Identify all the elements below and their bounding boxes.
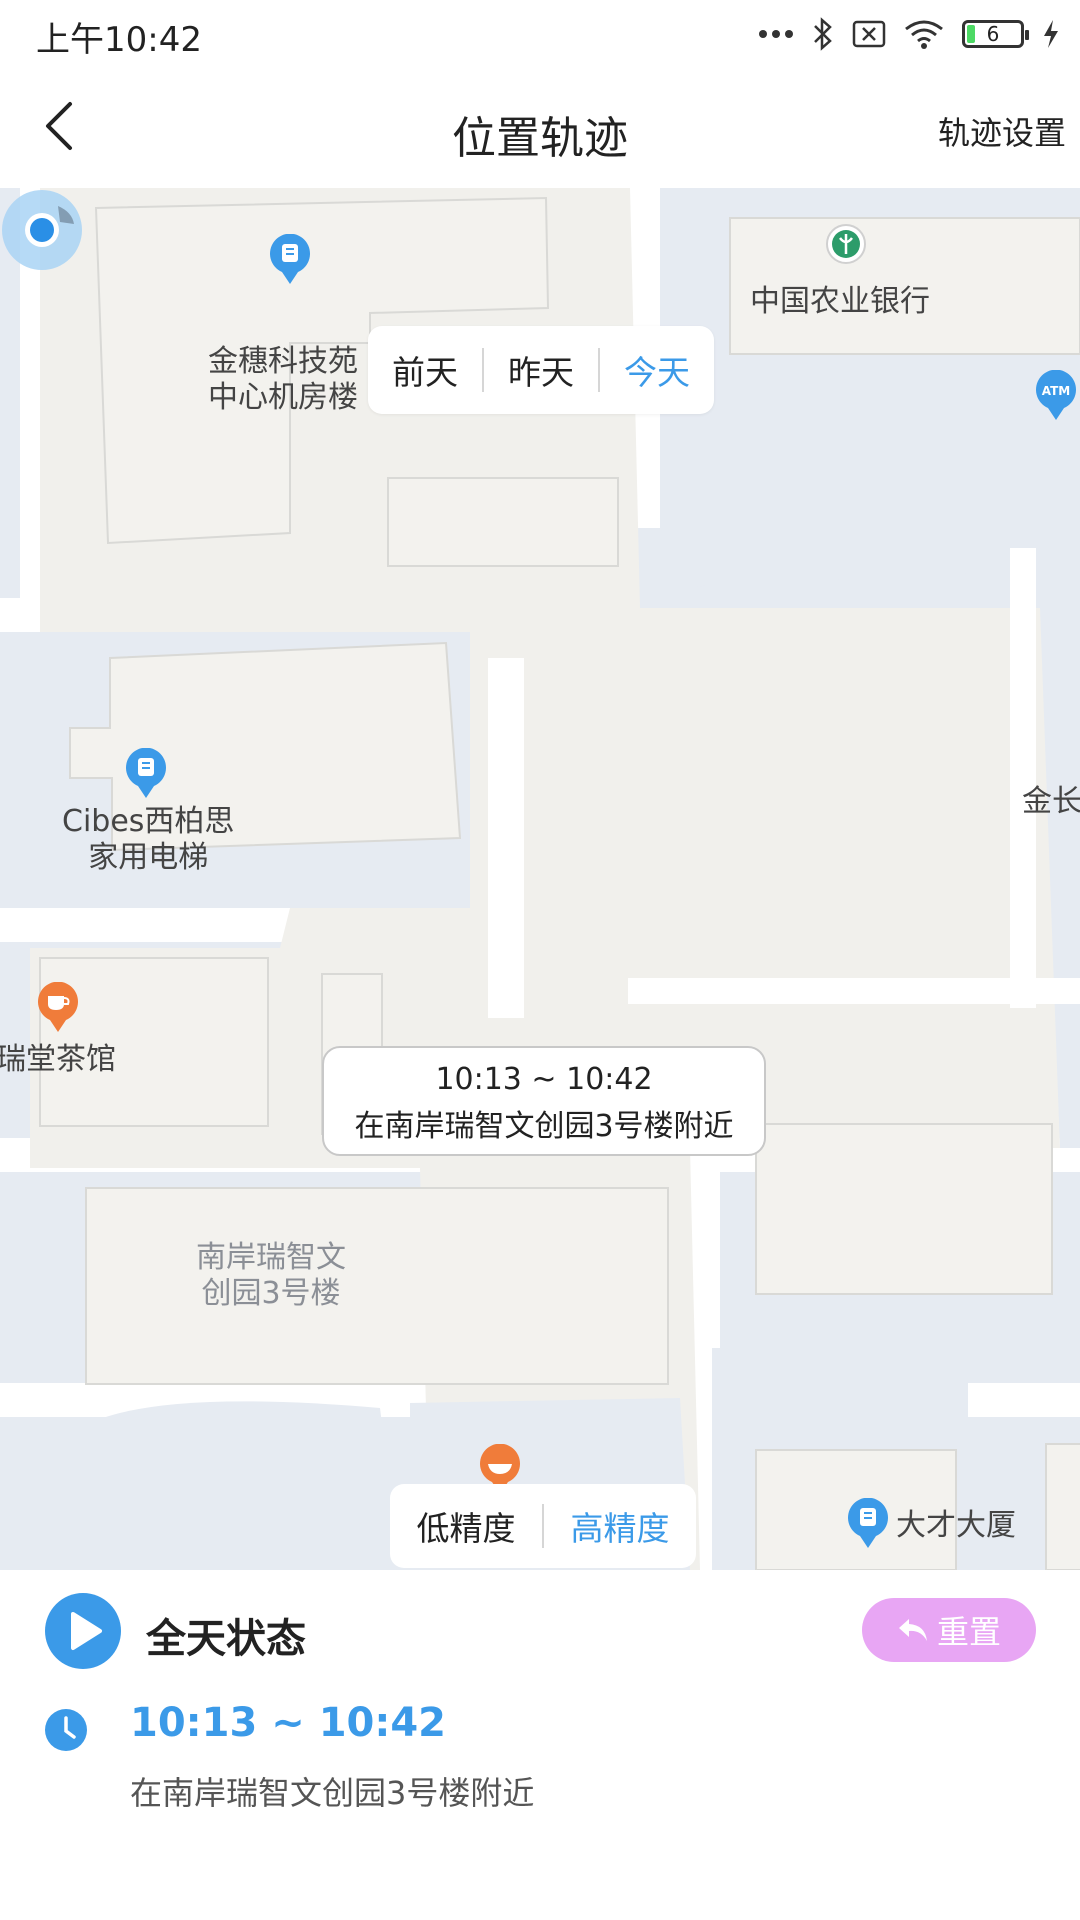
battery-icon: 6 bbox=[962, 20, 1029, 48]
more-dots-icon bbox=[759, 30, 793, 38]
jinsui-poi-icon[interactable] bbox=[268, 234, 312, 284]
day-selector: 前天 昨天 今天 bbox=[368, 326, 714, 414]
nanan-building-label-line2: 创园3号楼 bbox=[201, 1276, 341, 1311]
precision-selector: 低精度 高精度 bbox=[390, 1484, 696, 1568]
clock-icon bbox=[45, 1709, 87, 1751]
jinsui-poi-label-line1: 金穗科技苑 bbox=[208, 344, 358, 379]
teahouse-poi-icon[interactable] bbox=[36, 982, 80, 1032]
entry-time-range[interactable]: 10:13 ~ 10:42 bbox=[130, 1700, 446, 1746]
precision-option-high[interactable]: 高精度 bbox=[544, 1502, 696, 1550]
callout-location: 在南岸瑞智文创园3号楼附近 bbox=[354, 1109, 734, 1144]
atm-poi-label: ATM bbox=[1042, 384, 1070, 398]
page-title: 位置轨迹 bbox=[452, 113, 628, 164]
cibes-poi-label-line1: Cibes西柏思 bbox=[62, 804, 235, 839]
atm-poi-icon[interactable]: ATM bbox=[1034, 370, 1078, 420]
precision-option-low[interactable]: 低精度 bbox=[390, 1502, 542, 1550]
cibes-poi-label-line2: 家用电梯 bbox=[88, 840, 209, 875]
charging-icon bbox=[1044, 20, 1058, 48]
panel-title: 全天状态 bbox=[146, 1616, 306, 1662]
nanan-building-label[interactable]: 南岸瑞智文 创园3号楼 bbox=[196, 1240, 346, 1312]
wifi-icon bbox=[905, 20, 943, 49]
sim-off-icon bbox=[852, 20, 886, 48]
status-bar: 上午10:42 6 bbox=[0, 0, 1080, 66]
nanan-building-label-line1: 南岸瑞智文 bbox=[196, 1240, 346, 1275]
bank-poi-icon[interactable] bbox=[824, 224, 868, 274]
track-settings-button[interactable]: 轨迹设置 bbox=[938, 108, 1066, 154]
bank-poi-label[interactable]: 中国农业银行 bbox=[750, 284, 930, 320]
day-option-today[interactable]: 今天 bbox=[600, 346, 714, 394]
entry-location: 在南岸瑞智文创园3号楼附近 bbox=[130, 1774, 535, 1812]
play-icon[interactable] bbox=[44, 1592, 122, 1670]
jinchang-road-label: 金长 bbox=[1022, 784, 1080, 819]
header: 位置轨迹 轨迹设置 bbox=[0, 66, 1080, 188]
callout-time-range: 10:13 ~ 10:42 bbox=[435, 1062, 653, 1097]
dacai-poi-icon[interactable] bbox=[846, 1498, 890, 1548]
cibes-poi-label[interactable]: Cibes西柏思 家用电梯 bbox=[62, 804, 234, 876]
reset-label: 重置 bbox=[936, 1613, 1001, 1651]
jinsui-poi-label[interactable]: 金穗科技苑 中心机房楼 bbox=[208, 344, 358, 416]
reset-button[interactable]: 重置 bbox=[862, 1598, 1036, 1662]
dacai-poi-label[interactable]: 大才大厦 bbox=[896, 1508, 1016, 1544]
teahouse-poi-label[interactable]: 佳瑞堂茶馆 bbox=[0, 1042, 116, 1078]
day-option-before-yesterday[interactable]: 前天 bbox=[368, 346, 482, 394]
bluetooth-icon bbox=[814, 17, 832, 51]
location-callout[interactable]: 10:13 ~ 10:42 在南岸瑞智文创园3号楼附近 bbox=[322, 1046, 766, 1156]
cibes-poi-icon[interactable] bbox=[124, 748, 168, 798]
status-icons: 6 bbox=[758, 12, 1060, 56]
jinsui-poi-label-line2: 中心机房楼 bbox=[208, 380, 358, 415]
current-location-marker[interactable] bbox=[0, 188, 84, 272]
bottom-panel: 全天状态 重置 10:13 ~ 10:42 在南岸瑞智文创园3号楼附近 bbox=[0, 1570, 1080, 1920]
day-option-yesterday[interactable]: 昨天 bbox=[484, 346, 598, 394]
status-time: 上午10:42 bbox=[36, 20, 202, 60]
undo-arrow-icon bbox=[898, 1619, 927, 1641]
battery-level: 6 bbox=[986, 22, 1000, 46]
